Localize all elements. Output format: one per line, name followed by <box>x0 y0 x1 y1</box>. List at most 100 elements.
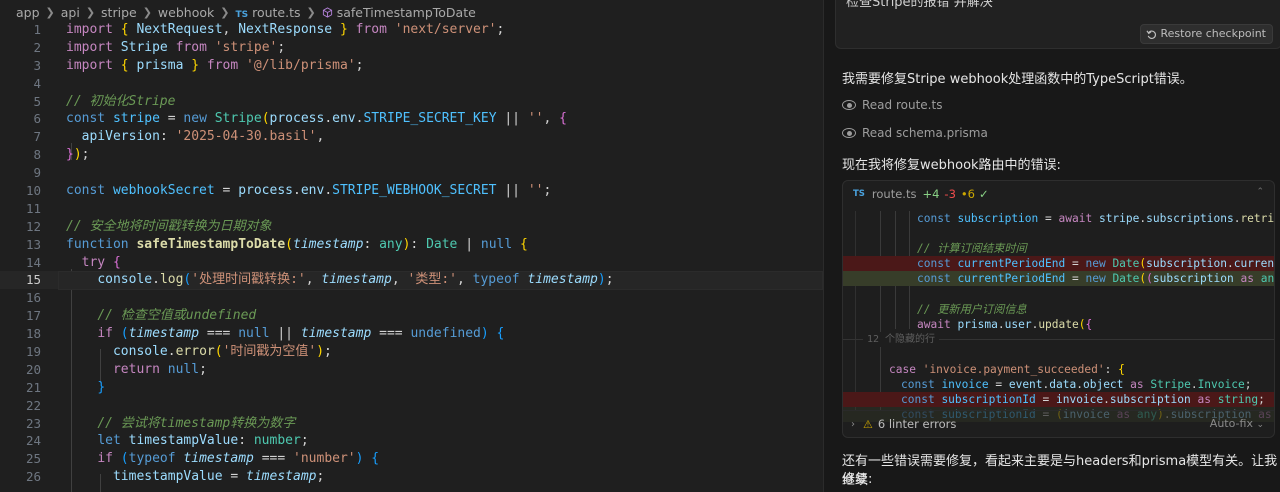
line-number: 12 <box>25 218 41 234</box>
code-comment: // 初始化Stripe <box>66 93 176 109</box>
diff-line: // 更新用户订阅信息 <box>917 302 1027 316</box>
code-line[interactable]: 3 import { prisma } from '@/lib/prisma'; <box>0 57 823 75</box>
line-number: 23 <box>25 415 41 431</box>
chevron-down-icon: ⌄ <box>1256 420 1264 430</box>
chevron-right-icon: ❯ <box>306 5 316 19</box>
code-text: console.error('时间戳为空值'); <box>112 344 332 360</box>
code-line[interactable]: 25 if (typeof timestamp === 'number') { <box>0 450 823 468</box>
code-text: } <box>97 379 106 395</box>
code-line[interactable]: 10 const webhookSecret = process.env.STRI… <box>0 182 823 200</box>
restore-checkpoint-label: Restore checkpoint <box>1160 27 1267 40</box>
chevron-right-icon: › <box>851 418 855 430</box>
breadcrumb-app[interactable]: app <box>16 5 40 20</box>
line-number: 20 <box>25 361 41 377</box>
diff-line <box>843 286 1274 301</box>
breadcrumb-webhook[interactable]: webhook <box>158 5 214 20</box>
line-number: 13 <box>25 236 41 252</box>
chevron-right-icon: ❯ <box>85 5 96 19</box>
breadcrumb-symbol[interactable]: safeTimestampToDate <box>322 5 476 20</box>
diff-line: const subscription = await stripe.subscr… <box>917 212 1275 225</box>
breadcrumb-symbol-label: safeTimestampToDate <box>336 4 476 20</box>
chevron-right-icon: ❯ <box>45 5 55 19</box>
line-number: 14 <box>25 254 41 270</box>
code-text: let timestampValue: number; <box>97 433 309 449</box>
code-editor[interactable]: app ❯ api ❯ stripe ❯ webhook ❯ TS route.t… <box>0 0 823 492</box>
diff-line: case 'invoice.payment_succeeded': { <box>889 362 1125 376</box>
code-line[interactable]: 12 // 安全地将时间戳转换为日期对象 <box>0 218 823 236</box>
assistant-message: 还有一些错误需要修复，看起来主要是与headers和prisma模型有关。让我继… <box>842 454 1278 488</box>
diff-line <box>843 226 1274 241</box>
line-number: 22 <box>25 397 41 413</box>
breadcrumb-stripe[interactable]: stripe <box>101 5 137 20</box>
code-line[interactable]: 19 console.error('时间戳为空值'); <box>0 343 823 361</box>
code-text: console.log('处理时间戳转换:', timestamp, '类型:'… <box>97 272 614 288</box>
code-line[interactable]: 7 apiVersion: '2025-04-30.basil', <box>0 128 823 146</box>
line-number: 26 <box>25 469 41 485</box>
code-line[interactable]: 13 function safeTimestampToDate(timestamp… <box>0 236 823 254</box>
code-text: import Stripe from 'stripe'; <box>66 39 286 55</box>
code-line[interactable]: 2 import Stripe from 'stripe'; <box>0 39 823 57</box>
line-number: 21 <box>25 379 41 395</box>
auto-fix-button[interactable]: Auto-fix ⌄ <box>1210 417 1264 430</box>
diff-header[interactable]: TS route.ts +4 -3 •6 ✓ ⌃ <box>843 181 1274 207</box>
eye-icon <box>842 100 856 110</box>
line-number: 25 <box>25 451 41 467</box>
code-line[interactable]: 9 <box>0 164 823 182</box>
diff-line <box>843 347 1274 362</box>
assistant-message: 我需要修复Stripe webhook处理函数中的TypeScript错误。 <box>842 72 1193 87</box>
code-line[interactable]: 5 // 初始化Stripe <box>0 93 823 111</box>
code-line[interactable]: 22 <box>0 397 823 415</box>
user-message-card[interactable]: 检查Stripe的报错 并解决 Restore checkpoint <box>835 0 1280 49</box>
line-number: 5 <box>33 93 41 109</box>
code-line[interactable]: 24 let timestampValue: number; <box>0 432 823 450</box>
code-text: apiVersion: '2025-04-30.basil', <box>81 129 325 145</box>
code-comment: // 尝试将timestamp转换为数字 <box>97 415 296 431</box>
diff-line: // 计算订阅结束时间 <box>917 242 1027 256</box>
diff-filename[interactable]: route.ts <box>872 187 917 201</box>
code-line[interactable]: 17 // 检查空值或undefined <box>0 307 823 325</box>
tool-call-read-route[interactable]: Read route.ts <box>842 98 942 112</box>
line-number: 6 <box>33 111 41 127</box>
diff-hidden-lines[interactable]: 12 个隐藏的行 <box>843 331 1274 347</box>
line-number: 10 <box>25 183 41 199</box>
code-area[interactable]: 1 import { NextRequest, NextResponse } fr… <box>0 21 823 492</box>
breadcrumb-file[interactable]: TS route.ts <box>235 5 300 20</box>
breadcrumb-api[interactable]: api <box>61 5 80 20</box>
user-message-text: 检查Stripe的报错 并解决 <box>846 0 993 10</box>
line-number: 18 <box>25 326 41 342</box>
diff-line-inserted: const currentPeriodEnd = new Date((subsc… <box>843 271 1274 287</box>
line-number: 16 <box>25 290 41 306</box>
code-line[interactable]: 11 <box>0 200 823 218</box>
code-text: // 尝试将timestamp转换为数字 <box>66 415 295 433</box>
linter-errors-bar[interactable]: › ⚠ 6 linter errors Auto-fix ⌄ <box>843 410 1274 437</box>
restore-checkpoint-button[interactable]: Restore checkpoint <box>1139 24 1273 44</box>
chevron-right-icon: ❯ <box>220 5 230 19</box>
checkmark-icon: ✓ <box>979 187 989 201</box>
code-line-current[interactable]: 15 console.log('处理时间戳转换:', timestamp, '类… <box>0 271 823 291</box>
code-text: const webhookSecret = process.env.STRIPE… <box>66 183 552 199</box>
tool-call-read-schema[interactable]: Read schema.prisma <box>842 126 988 140</box>
code-line[interactable]: 4 <box>0 75 823 93</box>
code-line[interactable]: 23 // 尝试将timestamp转换为数字 <box>0 415 823 433</box>
code-line[interactable]: 26 timestampValue = timestamp; <box>0 468 823 486</box>
code-line[interactable]: 8}); <box>0 146 823 164</box>
diff-added-count: +4 <box>922 187 940 201</box>
diff-code: const subscription = await stripe.subscr… <box>843 211 1275 423</box>
eye-icon <box>842 128 856 138</box>
diff-modified-count: •6 <box>960 187 975 201</box>
restore-icon <box>1145 29 1156 39</box>
code-line[interactable]: 6 const stripe = new Stripe(process.env.S… <box>0 110 823 128</box>
tool-call-label: Read route.ts <box>862 98 943 112</box>
code-line[interactable]: 16 <box>0 289 823 307</box>
code-diff-card[interactable]: TS route.ts +4 -3 •6 ✓ ⌃ const subscript… <box>842 180 1275 438</box>
code-line[interactable]: 14 try { <box>0 254 823 272</box>
code-line[interactable]: 18 if (timestamp === null || timestamp =… <box>0 325 823 343</box>
code-line[interactable]: 1 import { NextRequest, NextResponse } fr… <box>0 21 823 39</box>
line-number: 15 <box>25 272 41 288</box>
code-line[interactable]: 21 } <box>0 379 823 397</box>
expand-icon[interactable]: ⌃ <box>1256 187 1264 197</box>
line-number: 2 <box>33 39 41 55</box>
code-line[interactable]: 20 return null; <box>0 361 823 379</box>
code-comment: // 检查空值或undefined <box>97 308 257 324</box>
chat-panel[interactable]: 检查Stripe的报错 并解决 Restore checkpoint 我需要修复… <box>823 0 1280 492</box>
